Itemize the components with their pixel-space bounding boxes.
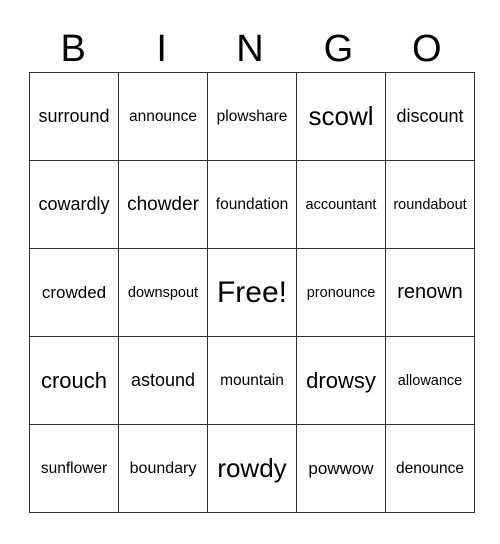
- bingo-cell[interactable]: astound: [118, 336, 208, 425]
- bingo-grid: surround announce plowshare scowl discou…: [29, 72, 475, 513]
- grid-row: sunflower boundary rowdy powwow denounce: [29, 424, 475, 513]
- bingo-cell[interactable]: cowardly: [29, 160, 119, 249]
- bingo-cell[interactable]: roundabout: [385, 160, 475, 249]
- bingo-cell[interactable]: plowshare: [207, 72, 297, 161]
- bingo-cell[interactable]: downspout: [118, 248, 208, 337]
- bingo-cell[interactable]: boundary: [118, 424, 208, 513]
- bingo-cell[interactable]: chowder: [118, 160, 208, 249]
- bingo-cell[interactable]: sunflower: [29, 424, 119, 513]
- header-letter-n: N: [236, 28, 264, 70]
- bingo-cell[interactable]: renown: [385, 248, 475, 337]
- header-letter-g: G: [323, 28, 354, 70]
- grid-row: cowardly chowder foundation accountant r…: [29, 160, 475, 249]
- bingo-cell[interactable]: foundation: [207, 160, 297, 249]
- bingo-cell[interactable]: allowance: [385, 336, 475, 425]
- bingo-cell[interactable]: powwow: [296, 424, 386, 513]
- bingo-cell[interactable]: drowsy: [296, 336, 386, 425]
- bingo-header: B I N G O: [29, 26, 471, 72]
- grid-row: crowded downspout Free! pronounce renown: [29, 248, 475, 337]
- header-letter-b: B: [60, 28, 86, 70]
- grid-row: crouch astound mountain drowsy allowance: [29, 336, 475, 425]
- grid-row: surround announce plowshare scowl discou…: [29, 72, 475, 161]
- header-letter-i: I: [156, 28, 167, 70]
- bingo-cell[interactable]: mountain: [207, 336, 297, 425]
- bingo-cell[interactable]: denounce: [385, 424, 475, 513]
- bingo-cell[interactable]: announce: [118, 72, 208, 161]
- bingo-cell[interactable]: accountant: [296, 160, 386, 249]
- bingo-cell[interactable]: crowded: [29, 248, 119, 337]
- bingo-cell[interactable]: surround: [29, 72, 119, 161]
- bingo-cell[interactable]: discount: [385, 72, 475, 161]
- bingo-cell[interactable]: scowl: [296, 72, 386, 161]
- free-space[interactable]: Free!: [207, 248, 297, 337]
- bingo-cell[interactable]: rowdy: [207, 424, 297, 513]
- bingo-cell[interactable]: crouch: [29, 336, 119, 425]
- header-letter-o: O: [412, 28, 442, 70]
- bingo-cell[interactable]: pronounce: [296, 248, 386, 337]
